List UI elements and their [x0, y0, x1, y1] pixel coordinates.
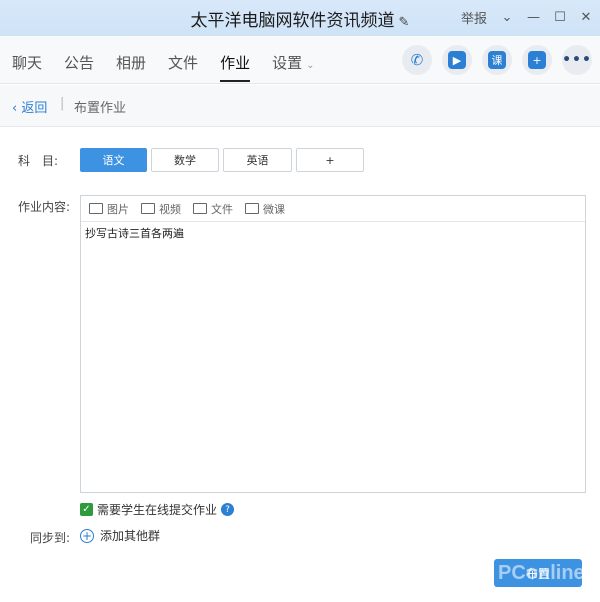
course-button[interactable]: 课 [482, 45, 512, 75]
tab-homework[interactable]: 作业 [220, 52, 251, 82]
content-label: 作业内容: [18, 200, 71, 214]
add-subject-button[interactable]: + [296, 148, 364, 172]
editor-toolbar: 图片 视频 文件 微课 [81, 196, 585, 222]
insert-image-button[interactable]: 图片 [89, 201, 129, 217]
insert-microcourse-button[interactable]: 微课 [245, 201, 285, 217]
edit-pen-icon[interactable]: ✎ [399, 15, 410, 30]
microcourse-icon [245, 203, 259, 214]
dropdown-icon[interactable]: ⌄ [501, 10, 513, 25]
subject-chinese-button[interactable]: 语文 [80, 148, 147, 172]
tab-announcement[interactable]: 公告 [64, 52, 94, 82]
tab-bar: 聊天 公告 相册 文件 作业 设置 ⌄ ✆ ▶ 课 + ••• [0, 36, 600, 84]
title-bar: 太平洋电脑网软件资讯频道 ✎ 举报 ⌄ — ☐ ✕ [0, 0, 600, 36]
phone-call-button[interactable]: ✆ [402, 45, 432, 75]
sync-label: 同步到: [30, 531, 71, 545]
minimize-button[interactable]: — [527, 10, 540, 25]
subject-math-button[interactable]: 数学 [151, 148, 219, 172]
add-group-button[interactable]: + 添加其他群 [80, 527, 160, 544]
close-button[interactable]: ✕ [580, 10, 592, 25]
image-icon [89, 203, 103, 214]
maximize-button[interactable]: ☐ [554, 10, 566, 25]
report-link[interactable]: 举报 [461, 8, 487, 27]
insert-video-button[interactable]: 视频 [141, 201, 181, 217]
insert-file-button[interactable]: 文件 [193, 201, 233, 217]
tab-settings[interactable]: 设置 ⌄ [272, 52, 314, 82]
help-icon[interactable]: ? [221, 503, 235, 516]
phone-icon: ✆ [410, 51, 424, 69]
chevron-down-icon: ⌄ [306, 60, 315, 71]
tab-chat[interactable]: 聊天 [12, 52, 42, 82]
add-message-button[interactable]: + [522, 45, 552, 75]
tab-settings-label: 设置 [272, 54, 303, 72]
subject-english-button[interactable]: 英语 [223, 148, 292, 172]
tab-files[interactable]: 文件 [168, 52, 198, 82]
checkmark-icon: ✓ [80, 503, 93, 516]
more-icon: ••• [562, 52, 592, 68]
tab-album[interactable]: 相册 [116, 52, 146, 82]
insert-image-label: 图片 [107, 202, 129, 216]
watermark-logo: PConline [498, 562, 585, 584]
course-icon: 课 [488, 51, 506, 69]
video-icon [141, 203, 155, 214]
video-icon: ▶ [448, 51, 466, 69]
insert-file-label: 文件 [211, 202, 233, 216]
subject-label: 科 目: [18, 154, 59, 168]
add-message-icon: + [528, 51, 546, 69]
require-online-label: 需要学生在线提交作业 [97, 503, 218, 517]
require-online-checkbox[interactable]: ✓ 需要学生在线提交作业 ? [80, 501, 235, 518]
insert-microcourse-label: 微课 [263, 202, 285, 216]
breadcrumb-divider: | [60, 96, 65, 111]
back-label: 返回 [21, 101, 48, 116]
insert-video-label: 视频 [159, 202, 181, 216]
add-group-label: 添加其他群 [100, 529, 161, 543]
more-button[interactable]: ••• [562, 45, 592, 75]
back-link[interactable]: ‹ 返回 [12, 97, 47, 116]
homework-editor[interactable]: 图片 视频 文件 微课 抄写古诗三首各两遍 [80, 195, 586, 493]
breadcrumb-current: 布置作业 [74, 101, 127, 116]
breadcrumb: ‹ 返回 | 布置作业 [0, 85, 600, 127]
file-icon [193, 203, 207, 214]
video-call-button[interactable]: ▶ [442, 45, 472, 75]
group-name: 太平洋电脑网软件资讯频道 [190, 11, 395, 31]
plus-circle-icon: + [80, 528, 94, 543]
chevron-left-icon: ‹ [12, 101, 18, 116]
homework-text[interactable]: 抄写古诗三首各两遍 [81, 222, 585, 244]
